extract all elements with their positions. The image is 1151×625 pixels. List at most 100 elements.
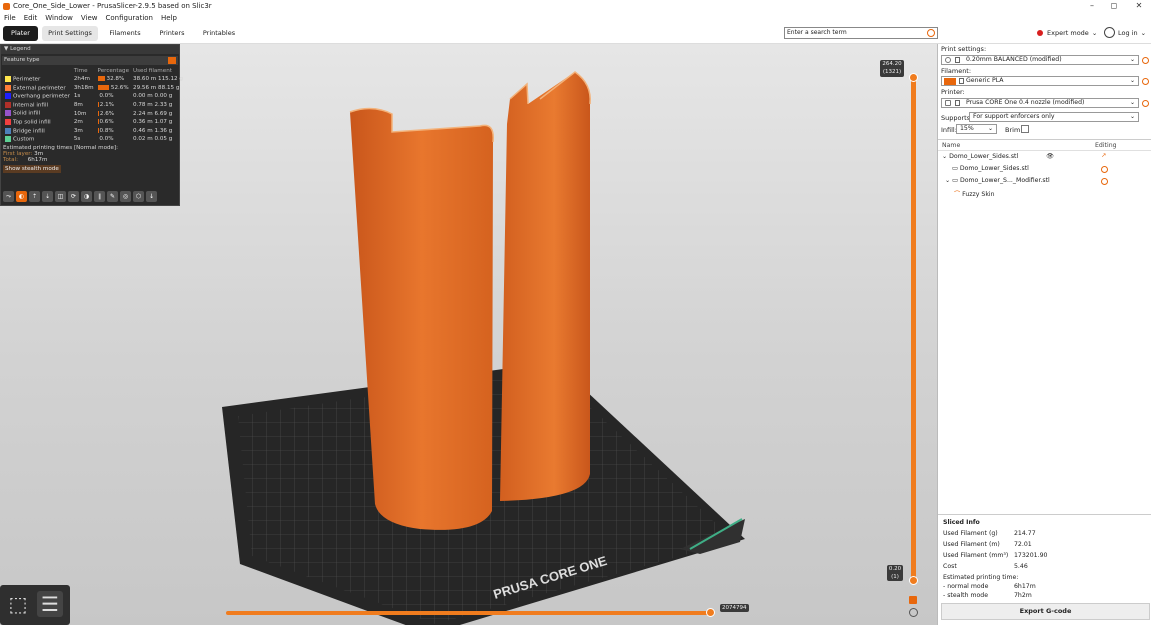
- search-input[interactable]: Enter a search term: [784, 27, 938, 39]
- tab-filaments[interactable]: Filaments: [104, 26, 146, 41]
- move-slider-handle[interactable]: [706, 608, 715, 617]
- menu-file[interactable]: File: [0, 14, 20, 22]
- chevron-down-icon: ⌄: [1129, 113, 1135, 120]
- preview-layers-icon[interactable]: ☰: [37, 591, 63, 617]
- menu-edit[interactable]: Edit: [20, 14, 42, 22]
- supports-combo[interactable]: For support enforcers only ⌄: [969, 112, 1139, 122]
- dropdown-icon[interactable]: [168, 57, 176, 64]
- layer-slider[interactable]: [911, 74, 916, 584]
- legend-pct-cell: 2.6%: [96, 109, 131, 118]
- infill-label: Infill:: [941, 126, 957, 134]
- chevron-down-icon: ⌄: [1091, 29, 1098, 37]
- tool-changes-icon[interactable]: ⟳: [68, 191, 79, 202]
- color-changes-icon[interactable]: ◑: [81, 191, 92, 202]
- legend-row[interactable]: Perimeter 2h4m 32.8% 38.60 m 115.12 g: [3, 75, 185, 84]
- tool-marker-icon[interactable]: ↓: [146, 191, 157, 202]
- login-button[interactable]: Log in ⌄: [1104, 27, 1146, 38]
- header-divider: [938, 150, 1151, 151]
- layer-slider-top-handle[interactable]: [909, 73, 918, 82]
- part-name: Domo_Lower_Sides.stl: [959, 165, 1029, 172]
- login-label: Log in: [1118, 28, 1138, 37]
- tab-printers[interactable]: Printers: [152, 26, 192, 41]
- legend-row[interactable]: External perimeter 3h18m 52.6% 29.56 m 88.…: [3, 84, 185, 93]
- eye-icon[interactable]: 👁: [1046, 152, 1054, 160]
- used-filament-g-label: Used Filament (g): [943, 530, 998, 537]
- wipe-icon[interactable]: ◐: [16, 191, 27, 202]
- deretractions-icon[interactable]: ⇣: [42, 191, 53, 202]
- brim-checkbox[interactable]: [1021, 125, 1029, 133]
- legend-swatch: [5, 84, 11, 91]
- mode-selector[interactable]: Expert mode ⌄: [1037, 29, 1097, 37]
- printer-edit-icon[interactable]: [1142, 100, 1149, 107]
- legend-meters: 0.00 m: [133, 93, 153, 100]
- custom-gcode-icon[interactable]: ✎: [107, 191, 118, 202]
- tab-printables[interactable]: Printables: [198, 26, 240, 41]
- legend-name: Custom: [13, 136, 35, 143]
- legend-pct: 0.8%: [99, 127, 114, 134]
- right-sidebar: Print settings: 0.20mm BALANCED (modifie…: [937, 44, 1151, 625]
- search-icon[interactable]: [927, 29, 935, 37]
- print-settings-edit-icon[interactable]: [1142, 57, 1149, 64]
- maximize-button[interactable]: ◻: [1103, 0, 1125, 12]
- move-slider[interactable]: [226, 611, 711, 615]
- export-gcode-button[interactable]: Export G-code: [941, 603, 1150, 620]
- fuzzy-skin-row[interactable]: ⌒ Fuzzy Skin: [954, 189, 995, 198]
- filament-color-swatch[interactable]: [944, 78, 956, 85]
- total-row: Total: 6h17m: [1, 157, 179, 163]
- feature-type-select[interactable]: Feature type: [2, 56, 178, 65]
- mode-indicator-icon: [1037, 30, 1043, 36]
- object-row[interactable]: ⌄ Domo_Lower_Sides.stl: [942, 153, 1018, 160]
- close-button[interactable]: ✕: [1128, 0, 1150, 12]
- modifier-settings-icon[interactable]: [1101, 178, 1108, 185]
- part-row[interactable]: ▭ Domo_Lower_Sides.stl: [952, 165, 1029, 172]
- legend-pct-cell: 0.6%: [96, 118, 131, 127]
- legend-row[interactable]: Solid infill 10m 2.6% 2.24 m 6.69 g: [3, 109, 185, 118]
- legend-name: Bridge infill: [13, 128, 45, 135]
- cog-icon[interactable]: [909, 596, 917, 604]
- print-settings-combo[interactable]: 0.20mm BALANCED (modified) ⌄: [941, 55, 1139, 65]
- printer-combo[interactable]: Prusa CORE One 0.4 nozzle (modified) ⌄: [941, 98, 1139, 108]
- view-mode-buttons: ⬚ ☰: [0, 585, 70, 625]
- show-stealth-mode-button[interactable]: Show stealth mode: [3, 164, 61, 173]
- bottom-layer: (1): [891, 574, 899, 580]
- settings-gear-icon[interactable]: [909, 608, 918, 617]
- part-settings-icon[interactable]: [1101, 166, 1108, 173]
- shells-icon[interactable]: ⬡: [133, 191, 144, 202]
- edit-icon[interactable]: ↗: [1101, 152, 1106, 159]
- tab-plater[interactable]: Plater: [3, 26, 38, 41]
- seams-icon[interactable]: ◫: [55, 191, 66, 202]
- legend-row[interactable]: Internal infill 8m 2.1% 0.78 m 2.33 g: [3, 101, 185, 110]
- lock-icon: [955, 100, 960, 106]
- 3d-viewport[interactable]: PRUSA CORE ONE ▼ Legend Feature type Tim…: [0, 44, 937, 625]
- legend-item: Perimeter: [3, 75, 72, 84]
- legend-row[interactable]: Top solid infill 2m 0.6% 0.36 m 1.07 g: [3, 118, 185, 127]
- legend-grams: 6.69 g: [154, 110, 173, 117]
- legend-pct-cell: 0.0%: [96, 135, 131, 144]
- tab-print-settings[interactable]: Print Settings: [42, 26, 98, 41]
- infill-combo[interactable]: 15% ⌄: [956, 124, 997, 134]
- app-icon: [3, 2, 10, 10]
- legend-name: Overhang perimeter: [13, 93, 70, 100]
- filament-combo[interactable]: Generic PLA ⌄: [941, 76, 1139, 86]
- legend-time: 1s: [73, 93, 81, 100]
- travel-icon[interactable]: ⤳: [3, 191, 14, 202]
- pause-icon[interactable]: ∥: [94, 191, 105, 202]
- legend-row[interactable]: Overhang perimeter 1s 0.0% 0.00 m 0.00 g: [3, 92, 185, 101]
- legend-pct: 2.1%: [99, 102, 114, 109]
- legend-header[interactable]: ▼ Legend: [1, 45, 179, 54]
- modifier-row[interactable]: ⌄ ▭ Domo_Lower_S..._Modifier.stl: [945, 177, 1050, 184]
- top-height: 264.20: [882, 61, 902, 67]
- center-of-gravity-icon[interactable]: ◎: [120, 191, 131, 202]
- retractions-icon[interactable]: ⇡: [29, 191, 40, 202]
- layer-slider-bottom-handle[interactable]: [909, 576, 918, 585]
- menu-bar: File Edit Window View Configuration Help: [0, 12, 181, 23]
- menu-help[interactable]: Help: [157, 14, 181, 22]
- legend-row[interactable]: Custom 5s 0.0% 0.02 m 0.05 g: [3, 135, 185, 144]
- minimize-button[interactable]: –: [1081, 0, 1103, 12]
- legend-row[interactable]: Bridge infill 3m 0.8% 0.46 m 1.36 g: [3, 127, 185, 136]
- filament-edit-icon[interactable]: [1142, 78, 1149, 85]
- menu-configuration[interactable]: Configuration: [102, 14, 157, 22]
- menu-window[interactable]: Window: [41, 14, 77, 22]
- menu-view[interactable]: View: [77, 14, 102, 22]
- 3d-view-icon[interactable]: ⬚: [5, 591, 31, 617]
